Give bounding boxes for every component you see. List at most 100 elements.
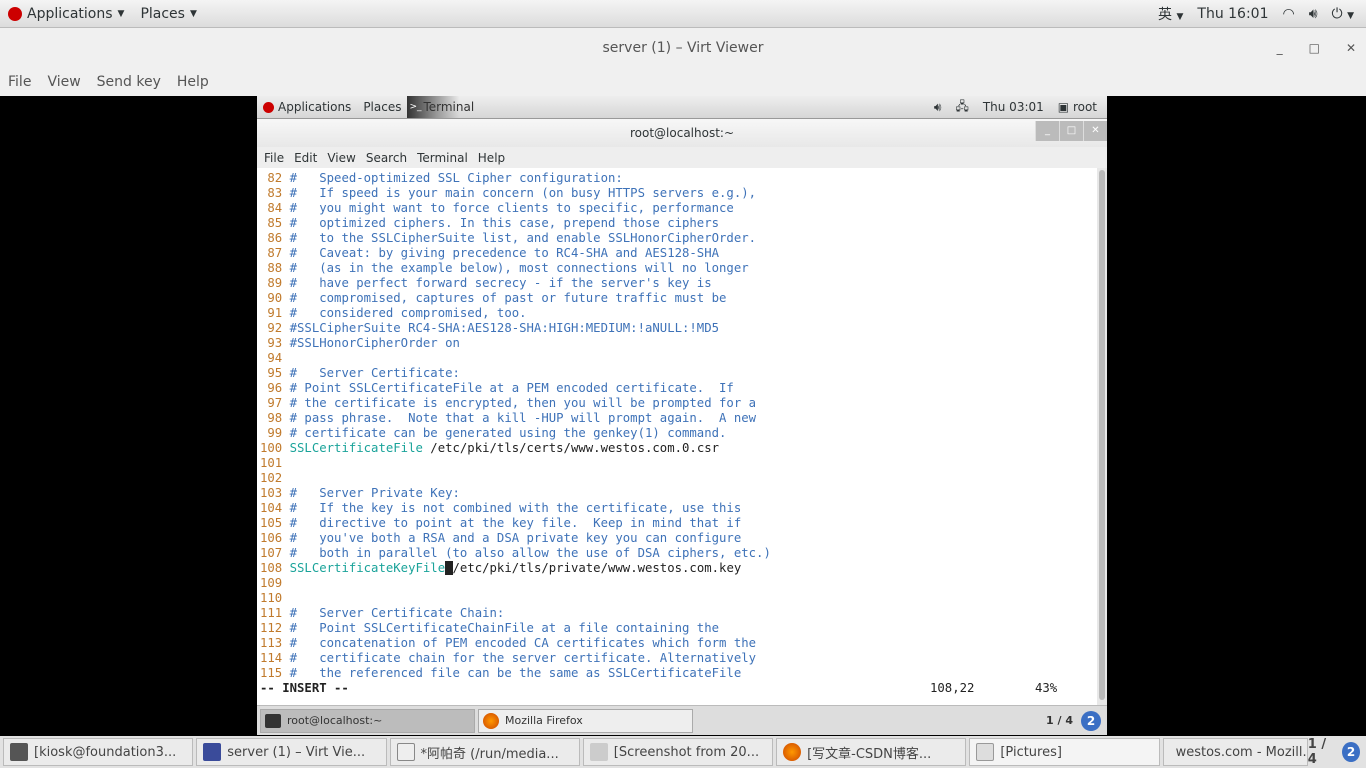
line-number: 86 [267,231,283,245]
input-method-indicator[interactable]: 英 ▼ [1158,4,1183,24]
power-icon[interactable]: ⏻ ▼ [1332,6,1354,22]
close-button[interactable]: ✕ [1346,28,1356,68]
guest-applications-menu[interactable]: Applications [257,100,357,114]
menu-help[interactable]: Help [169,74,217,90]
terminal-menu-view[interactable]: View [322,151,360,165]
places-label: Places [140,5,185,22]
terminal-maximize-button[interactable]: □ [1059,121,1083,141]
vim-editor[interactable]: 82 # Speed-optimized SSL Cipher configur… [257,168,1097,705]
notification-badge[interactable]: 2 [1081,710,1101,731]
comment-text: # Point SSLCertificateChainFile at a fil… [289,621,720,635]
line-number: 83 [267,186,283,200]
comment-text: # you might want to force clients to spe… [289,201,734,215]
host-task-5[interactable]: [写文章-CSDN博客... [776,738,967,766]
line-number: 85 [267,216,283,230]
volume-icon[interactable]: 🔊︎ [1309,6,1318,22]
line-number: 89 [267,276,283,290]
editor-line: 82 # Speed-optimized SSL Cipher configur… [260,171,1097,186]
terminal-menu-edit[interactable]: Edit [289,151,322,165]
host-task-4[interactable]: [Screenshot from 20... [582,738,774,766]
editor-line: 111 # Server Certificate Chain: [260,606,1097,621]
guest-clock[interactable]: Thu 03:01 [983,100,1044,114]
comment-text: # certificate chain for the server certi… [289,651,757,665]
terminal-menu-terminal[interactable]: Terminal [412,151,473,165]
terminal-title-bar: root@localhost:~ _ □ ✕ [257,119,1107,147]
clock[interactable]: Thu 16:01 [1197,6,1268,22]
host-workspace-pager[interactable]: 1 / 4 [1308,737,1336,767]
scrollbar-thumb[interactable] [1099,170,1105,700]
editor-line: 101 [260,456,1097,471]
user-label: root [1072,100,1097,114]
user-menu[interactable]: ▣ root [1058,100,1097,114]
line-number: 115 [260,666,283,680]
user-icon: ▣ [1057,100,1070,114]
terminal-icon [10,743,28,761]
virt-viewer-icon [203,743,222,761]
menu-view[interactable]: View [39,74,88,90]
comment-text: # you've both a RSA and a DSA private ke… [289,531,742,545]
line-number: 90 [267,291,283,305]
minimize-button[interactable]: _ [1277,28,1283,68]
host-task-6[interactable]: [Pictures] [969,738,1160,766]
editor-line: 105 # directive to point at the key file… [260,516,1097,531]
editor-line: 86 # to the SSLCipherSuite list, and ena… [260,231,1097,246]
comment-text: # Caveat: by giving precedence to RC4-SH… [289,246,720,260]
firefox-icon [783,743,802,761]
maximize-button[interactable]: □ [1309,28,1320,68]
comment-text: # Speed-optimized SSL Cipher configurati… [289,171,623,185]
terminal-scrollbar[interactable] [1097,168,1107,705]
editor-line: 99 # certificate can be generated using … [260,426,1097,441]
terminal-menu-file[interactable]: File [259,151,289,165]
task-label: [kiosk@foundation3... [34,744,177,760]
network-icon[interactable]: 🖧 [955,97,968,118]
viewer-title-bar: server (1) – Virt Viewer _ □ ✕ [0,28,1366,68]
task-label: [Pictures] [1000,744,1062,760]
input-method-label: 英 [1158,6,1173,23]
line-number: 107 [260,546,283,560]
host-task-7[interactable]: westos.com - Mozill... [1162,738,1308,766]
applications-label: Applications [278,100,352,114]
host-task-3[interactable]: *阿帕奇 (/run/media... [389,738,580,766]
task-label: Mozilla Firefox [505,714,583,727]
viewer-menu-bar: File View Send key Help [0,68,1366,96]
editor-line: 106 # you've both a RSA and a DSA privat… [260,531,1097,546]
guest-terminal-app[interactable]: >_ Terminal [407,96,483,118]
guest-places-menu[interactable]: Places [357,100,407,114]
terminal-menu-search[interactable]: Search [361,151,412,165]
guest-task-terminal[interactable]: root@localhost:~ [260,708,475,733]
comment-text: # certificate can be generated using the… [289,426,727,440]
notification-badge[interactable]: 2 [1342,742,1360,762]
guest-taskbar: root@localhost:~ Mozilla Firefox 1 / 4 2 [257,705,1107,735]
wifi-icon[interactable]: ◠ [1283,6,1295,22]
terminal-menu-bar: File Edit View Search Terminal Help [257,147,1107,168]
chevron-down-icon: ▼ [189,8,197,19]
host-task-1[interactable]: [kiosk@foundation3... [3,738,194,766]
volume-icon[interactable]: 🔊︎ [934,100,942,115]
vim-status-line: -- INSERT -- 108,22 43% [260,681,1097,696]
comment-text: # If speed is your main concern (on busy… [289,186,757,200]
comment-text: # concatenation of PEM encoded CA certif… [289,636,757,650]
menu-send-key[interactable]: Send key [89,74,169,90]
applications-label: Applications [27,5,113,22]
terminal-menu-help[interactable]: Help [473,151,510,165]
editor-line: 112 # Point SSLCertificateChainFile at a… [260,621,1097,636]
menu-file[interactable]: File [0,74,39,90]
comment-text: # Server Certificate: [289,366,460,380]
guest-display[interactable]: Applications Places >_ Terminal 🔊︎ 🖧 Thu … [257,96,1107,735]
guest-task-firefox[interactable]: Mozilla Firefox [478,708,693,733]
places-menu[interactable]: Places ▼ [132,6,204,22]
directive-value: /etc/pki/tls/private/www.westos.com.key [452,561,742,575]
screenshot-icon [589,743,608,761]
comment-text: # to the SSLCipherSuite list, and enable… [289,231,757,245]
cursor-position: 108,22 [930,681,975,695]
terminal-minimize-button[interactable]: _ [1035,121,1059,141]
line-number: 112 [260,621,283,635]
editor-line: 108 SSLCertificateKeyFile /etc/pki/tls/p… [260,561,1097,576]
terminal-close-button[interactable]: ✕ [1083,121,1107,141]
host-task-2[interactable]: server (1) – Virt Vie... [196,738,387,766]
line-number: 113 [260,636,283,650]
applications-menu[interactable]: Applications ▼ [0,6,132,22]
editor-line: 85 # optimized ciphers. In this case, pr… [260,216,1097,231]
editor-line: 89 # have perfect forward secrecy - if t… [260,276,1097,291]
workspace-pager[interactable]: 1 / 4 [1046,714,1073,727]
